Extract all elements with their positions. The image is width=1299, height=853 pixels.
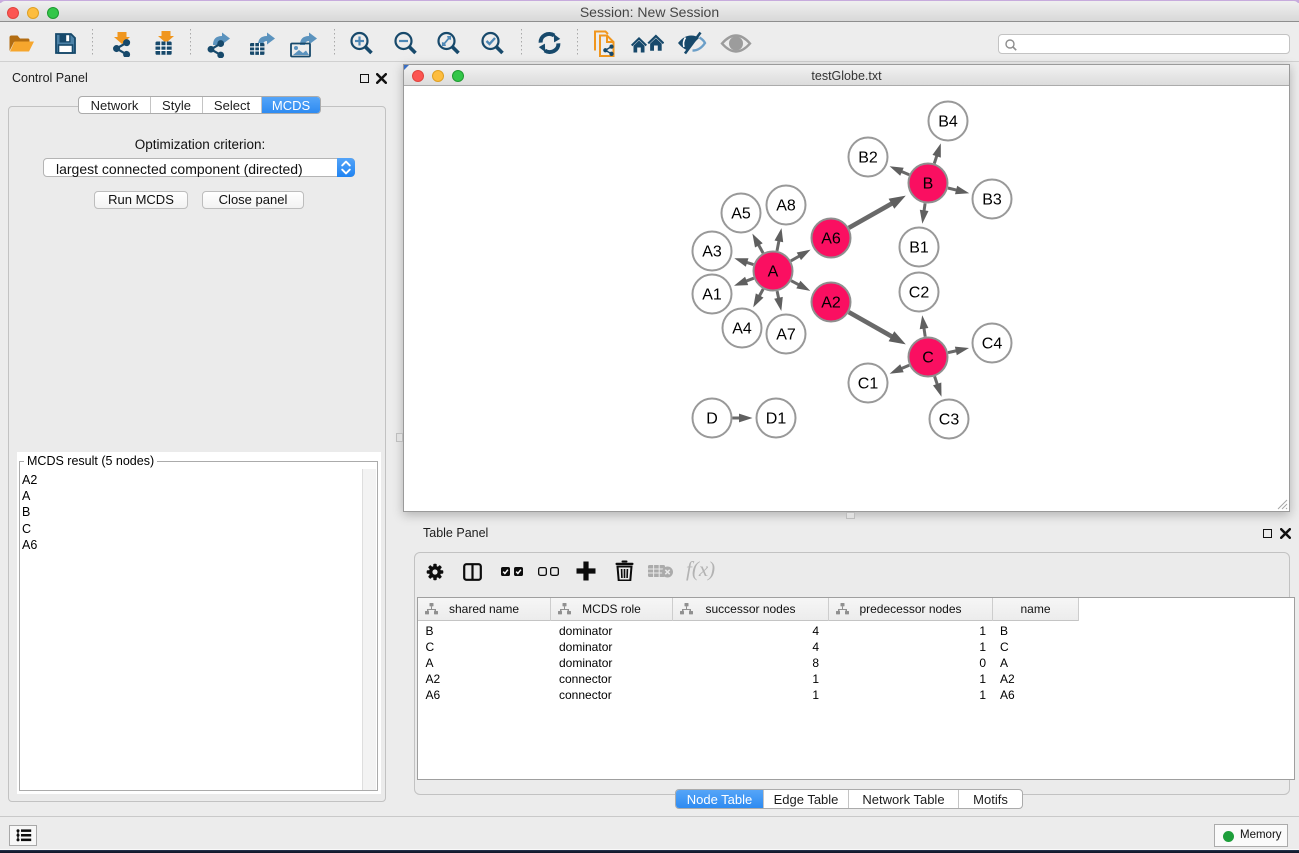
svg-text:B3: B3	[982, 192, 1002, 209]
svg-text:B1: B1	[909, 240, 929, 257]
svg-text:B: B	[923, 176, 934, 193]
svg-text:D1: D1	[766, 411, 787, 428]
svg-text:A2: A2	[821, 295, 841, 312]
svg-text:C1: C1	[858, 376, 879, 393]
svg-text:A8: A8	[776, 198, 796, 215]
svg-text:C3: C3	[939, 412, 960, 429]
svg-text:A3: A3	[702, 244, 722, 261]
svg-text:B4: B4	[938, 114, 958, 131]
svg-text:A5: A5	[731, 206, 751, 223]
svg-text:C2: C2	[909, 285, 930, 302]
svg-text:A7: A7	[776, 327, 796, 344]
svg-text:A: A	[768, 264, 779, 281]
svg-text:A4: A4	[732, 321, 752, 338]
svg-text:A6: A6	[821, 231, 841, 248]
svg-text:C4: C4	[982, 336, 1003, 353]
svg-text:A1: A1	[702, 287, 722, 304]
svg-text:D: D	[706, 411, 718, 428]
svg-text:C: C	[922, 350, 934, 367]
svg-text:B2: B2	[858, 150, 878, 167]
